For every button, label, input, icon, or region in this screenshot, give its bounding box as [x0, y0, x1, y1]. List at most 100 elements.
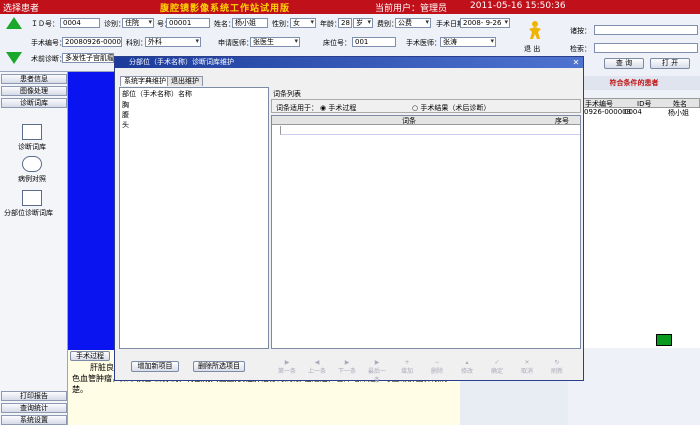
- nav-label: 第一条: [277, 368, 296, 375]
- fee-select[interactable]: 公费: [395, 18, 431, 28]
- down-arrow-icon[interactable]: [6, 52, 22, 64]
- nav-label: 取消: [520, 368, 533, 375]
- cond-input[interactable]: [594, 25, 698, 35]
- nav-image-proc[interactable]: 图像处理: [1, 86, 67, 96]
- nav-label: 修改: [460, 368, 473, 375]
- nav-label: 确定: [490, 368, 503, 375]
- add-item-button[interactable]: 增加新项目: [131, 361, 179, 372]
- part-list-header: 部位（手术名称）名称: [122, 90, 192, 98]
- dept-select[interactable]: 外科: [145, 37, 201, 47]
- bed-label: 床位号：: [323, 39, 351, 47]
- table-row[interactable]: 0926-000003 0004 杨小姐: [568, 108, 700, 118]
- req-doctor-label: 申请医师：: [218, 39, 253, 47]
- nav-item-diag-vocab[interactable]: 诊断词库: [18, 142, 46, 152]
- nav-add-button[interactable]: + 增加: [397, 359, 417, 377]
- nav-cancel-button[interactable]: ✕ 取消: [517, 359, 537, 377]
- vocab-dialog: 分部位（手术名称）诊断词库维护 ✕ 系统字典维护 退出维护 部位（手术名称）名称…: [114, 56, 584, 384]
- nav-edit-button[interactable]: ▴ 修改: [457, 359, 477, 377]
- nav-diag-vocab[interactable]: 诊断词库: [1, 98, 67, 108]
- cell-name: 杨小姐: [668, 109, 689, 117]
- surgery-date-field[interactable]: 2008- 9-26: [460, 18, 510, 28]
- nav-refresh-button[interactable]: ↻ 刷新: [547, 359, 567, 377]
- no-field[interactable]: 00001: [166, 18, 210, 28]
- book-icon[interactable]: [22, 124, 42, 140]
- results-header: 手术编号 ID号 姓名: [568, 98, 700, 108]
- app-title: 腹腔镜影像系统工作站试用版: [160, 4, 291, 14]
- surgery-process-button[interactable]: 手术过程: [70, 351, 110, 361]
- age-field[interactable]: 28: [338, 18, 352, 28]
- req-doctor-select[interactable]: 张医生: [250, 37, 300, 47]
- preop-label: 术前诊断：: [31, 55, 66, 63]
- nav-first-button[interactable]: ▶ 第一条: [277, 359, 297, 377]
- nav-patient-info[interactable]: 患者信息: [1, 74, 67, 84]
- surgery-no-label: 手术编号：: [31, 39, 66, 47]
- current-user: 当前用户：管理员: [375, 4, 448, 14]
- dialog-title: 分部位（手术名称）诊断词库维护: [115, 57, 583, 68]
- radio-label: 手术结果（术后诊断）: [420, 104, 491, 112]
- nav-label: 上一条: [307, 368, 326, 375]
- cond-label: 诸按：: [570, 27, 591, 35]
- applies-group: 词条适用于： ◉ 手术过程 ○ 手术结果（术后诊断）: [271, 99, 581, 113]
- nav-stats[interactable]: 查询统计: [1, 403, 67, 413]
- list-item[interactable]: 胸: [120, 100, 268, 110]
- surgeon-select[interactable]: 张涛: [440, 37, 496, 47]
- name-field[interactable]: 杨小姐: [232, 18, 268, 28]
- tab-exit-maintain[interactable]: 退出维护: [167, 76, 203, 86]
- results-blank: [568, 118, 700, 348]
- left-nav: 患者信息 图像处理 诊断词库 诊断词库 病例对照 分部位诊断词库 打印报告 查询…: [0, 72, 68, 425]
- person-icon[interactable]: [22, 156, 42, 172]
- bed-field[interactable]: 001: [352, 37, 396, 47]
- nav-print-report[interactable]: 打印报告: [1, 391, 67, 401]
- nav-next-button[interactable]: ▶ 下一条: [337, 359, 357, 377]
- results-title: 符合条件的患者: [568, 76, 700, 90]
- vocab-grid[interactable]: 词条 序号: [271, 115, 581, 349]
- nav-label: 刷新: [550, 368, 563, 375]
- surgeon-label: 手术医师：: [406, 39, 441, 47]
- open-button[interactable]: 打 开: [650, 58, 690, 69]
- up-arrow-icon[interactable]: [6, 17, 22, 29]
- nav-label: 增加: [400, 368, 413, 375]
- dept-label: 科别：: [126, 39, 147, 47]
- vocab-list-label: 词条列表: [273, 90, 301, 98]
- select-patient-label[interactable]: 选择患者: [3, 1, 39, 14]
- part-list-panel: 部位（手术名称）名称 胸 腹 头: [119, 87, 269, 349]
- nav-settings[interactable]: 系统设置: [1, 415, 67, 425]
- grid-header: 词条 序号: [272, 116, 580, 125]
- preop-field[interactable]: 多发性子宫肌瘤: [62, 53, 114, 63]
- id-field[interactable]: 0004: [60, 18, 100, 28]
- query-button[interactable]: 查 询: [604, 58, 644, 69]
- nav-label: 删除: [430, 368, 443, 375]
- nav-confirm-button[interactable]: ✓ 确定: [487, 359, 507, 377]
- col-entry[interactable]: 词条: [402, 116, 416, 126]
- tab-dict-maintain[interactable]: 系统字典维护: [120, 76, 170, 86]
- radio-surgery-result[interactable]: ○ 手术结果（术后诊断）: [412, 103, 490, 113]
- table-row[interactable]: [280, 126, 580, 135]
- cell-id: 0004: [624, 108, 642, 116]
- nav-item-part-vocab[interactable]: 分部位诊断词库: [4, 208, 53, 218]
- title-bar: 选择患者 腹腔镜影像系统工作站试用版 当前用户：管理员 2011-05-16 1…: [0, 0, 700, 14]
- close-icon[interactable]: ✕: [571, 58, 581, 67]
- search-label: 检索：: [570, 45, 591, 53]
- sex-select[interactable]: 女: [290, 18, 316, 28]
- surgery-no-field[interactable]: 20080926-000003: [62, 37, 122, 47]
- list-item[interactable]: 腹: [120, 110, 268, 120]
- radio-label: 手术过程: [328, 104, 357, 112]
- monitor-icon: [656, 334, 672, 346]
- id-label: ＩＤ号：: [31, 20, 59, 28]
- book-icon[interactable]: [22, 190, 42, 206]
- radio-surgery-process[interactable]: ◉ 手术过程: [320, 103, 356, 113]
- nav-prev-button[interactable]: ◀ 上一条: [307, 359, 327, 377]
- age-unit-select[interactable]: 岁: [353, 18, 373, 28]
- col-seq[interactable]: 序号: [555, 116, 569, 126]
- nav-last-button[interactable]: ▶ 最后一条: [367, 359, 387, 384]
- exit-button[interactable]: 退 出: [524, 44, 540, 54]
- search-panel: 诸按： 检索： 查 询 打 开 符合条件的患者 手术编号 ID号 姓名 0926…: [568, 14, 700, 425]
- delete-item-button[interactable]: 删除所选项目: [193, 361, 245, 372]
- applies-label: 词条适用于：: [276, 104, 318, 112]
- search-input[interactable]: [594, 43, 698, 53]
- exit-person-icon[interactable]: [526, 20, 544, 40]
- list-item[interactable]: 头: [120, 120, 268, 130]
- diag-type-select[interactable]: 住院: [122, 18, 154, 28]
- nav-item-case-compare[interactable]: 病例对照: [18, 174, 46, 184]
- nav-delete-button[interactable]: − 删除: [427, 359, 447, 377]
